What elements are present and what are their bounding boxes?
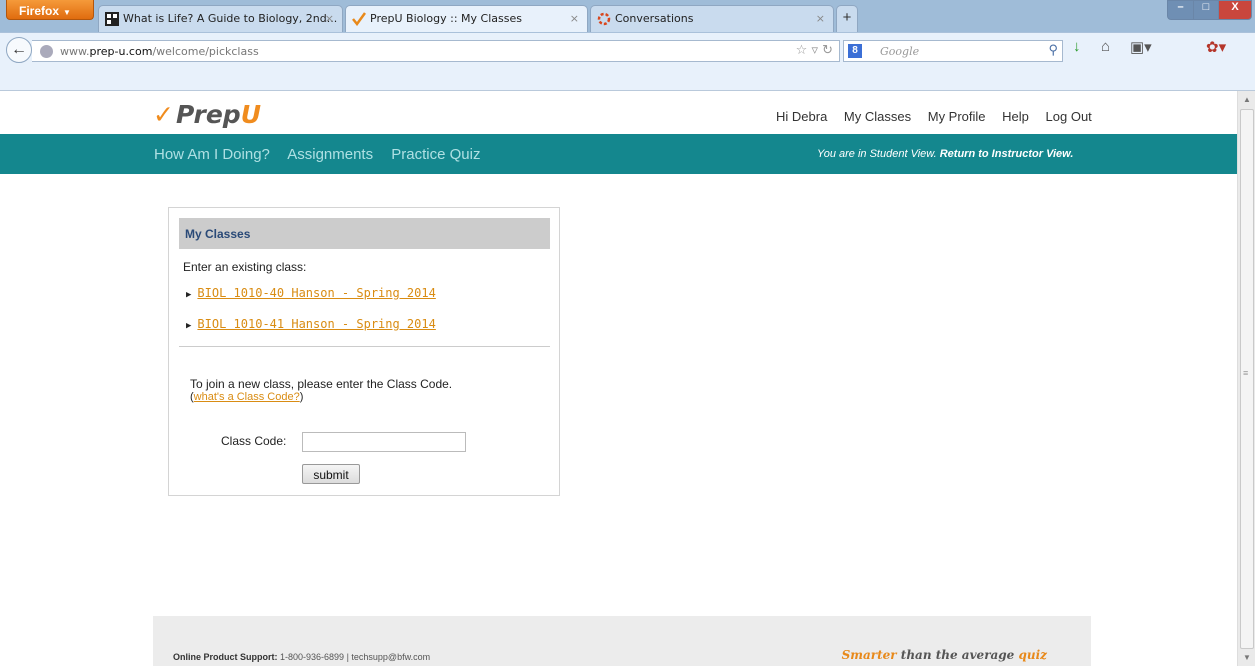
nav-practice-quiz[interactable]: Practice Quiz bbox=[391, 146, 480, 163]
logo-accent: U bbox=[240, 100, 261, 129]
class-code-label: Class Code: bbox=[221, 434, 287, 448]
new-tab-button[interactable]: + bbox=[836, 5, 858, 32]
tab-title: PrepU Biology :: My Classes bbox=[370, 12, 522, 25]
url-prefix: www. bbox=[60, 45, 90, 58]
scrollbar-thumb[interactable]: ≡ bbox=[1240, 109, 1254, 649]
support-contact: 1-800-936-6899 | techsupp@bfw.com bbox=[280, 652, 431, 662]
check-logo-icon: ✓ bbox=[153, 100, 174, 129]
help-link[interactable]: Help bbox=[1002, 109, 1029, 124]
footer: Online Product Support: 1-800-936-6899 |… bbox=[153, 616, 1091, 666]
my-classes-panel: My Classes Enter an existing class: ▶ BIO… bbox=[168, 207, 560, 496]
return-instructor-link[interactable]: Return to Instructor View. bbox=[940, 148, 1074, 160]
prepu-check-icon bbox=[352, 12, 366, 26]
search-icon[interactable]: ⚲ bbox=[1048, 43, 1058, 58]
log-out-link[interactable]: Log Out bbox=[1046, 109, 1092, 124]
tagline: Smarter than the average quiz bbox=[842, 648, 1047, 662]
class-code-help: (what's a Class Code?) bbox=[190, 391, 304, 403]
scroll-up-icon[interactable]: ▲ bbox=[1243, 95, 1251, 104]
student-view-notice: You are in Student View. Return to Instr… bbox=[817, 148, 1073, 160]
class-code-input[interactable] bbox=[302, 432, 466, 452]
prepu-logo[interactable]: ✓PrepU bbox=[153, 100, 261, 129]
bookmarks-menu-icon[interactable]: ▣▾ bbox=[1130, 38, 1152, 56]
page-content: ✓PrepU Hi Debra My Classes My Profile He… bbox=[0, 91, 1237, 666]
class-link-biol-1010-41[interactable]: ▶ BIOL 1010-41 Hanson - Spring 2014 bbox=[186, 317, 436, 331]
submit-button[interactable]: submit bbox=[302, 464, 360, 484]
minimize-button[interactable]: – bbox=[1167, 0, 1194, 20]
globe-icon bbox=[40, 45, 53, 58]
join-class-text: To join a new class, please enter the Cl… bbox=[190, 377, 453, 391]
tagline-mid: than the average bbox=[900, 648, 1015, 662]
tagline-word1: Smarter bbox=[841, 648, 897, 662]
class-link-label: BIOL 1010-41 Hanson - Spring 2014 bbox=[197, 317, 436, 331]
back-arrow-icon[interactable]: ← bbox=[6, 37, 32, 63]
close-icon[interactable]: × bbox=[570, 12, 579, 25]
tab-title: What is Life? A Guide to Biology, 2nd... bbox=[123, 12, 338, 25]
tab-conversations[interactable]: Conversations × bbox=[590, 5, 834, 32]
nav-assignments[interactable]: Assignments bbox=[287, 146, 373, 163]
search-input[interactable]: 8 Google ⚲ bbox=[843, 40, 1063, 62]
class-link-biol-1010-40[interactable]: ▶ BIOL 1010-40 Hanson - Spring 2014 bbox=[186, 286, 436, 300]
addon-icon[interactable]: ✿▾ bbox=[1206, 38, 1226, 56]
search-placeholder: Google bbox=[880, 45, 920, 58]
navigation-toolbar: ← www.prep-u.com/welcome/pickclass ☆ ▿ ↻… bbox=[0, 32, 1255, 64]
top-nav: Hi Debra My Classes My Profile Help Log … bbox=[776, 109, 1105, 124]
greeting: Hi Debra bbox=[776, 109, 828, 124]
view-message: You are in Student View. bbox=[817, 148, 937, 160]
download-icon[interactable]: ↓ bbox=[1073, 38, 1081, 55]
my-profile-link[interactable]: My Profile bbox=[928, 109, 986, 124]
book-icon bbox=[105, 12, 119, 26]
maximize-button[interactable]: □ bbox=[1193, 0, 1219, 20]
google-icon: 8 bbox=[848, 44, 862, 58]
browser-titlebar: Firefox ▼ What is Life? A Guide to Biolog… bbox=[0, 0, 1255, 32]
window-close-button[interactable]: X bbox=[1218, 0, 1252, 20]
nav-how-am-i-doing[interactable]: How Am I Doing? bbox=[154, 146, 270, 163]
triangle-right-icon: ▶ bbox=[186, 290, 192, 300]
toolbar-spacer bbox=[0, 64, 1255, 91]
home-icon[interactable]: ⌂ bbox=[1101, 38, 1110, 55]
firefox-menu-label: Firefox bbox=[19, 4, 60, 18]
tab-what-is-life[interactable]: What is Life? A Guide to Biology, 2nd...… bbox=[98, 5, 343, 32]
support-label: Online Product Support: bbox=[173, 652, 278, 662]
main-nav-bar: How Am I Doing? Assignments Practice Qui… bbox=[0, 134, 1237, 174]
panel-title: My Classes bbox=[179, 218, 550, 249]
url-bar[interactable]: www.prep-u.com/welcome/pickclass ☆ ▿ ↻ bbox=[32, 40, 840, 62]
ring-icon bbox=[597, 12, 611, 26]
triangle-right-icon: ▶ bbox=[186, 321, 192, 331]
whats-a-class-code-link[interactable]: what's a Class Code? bbox=[194, 391, 300, 403]
close-icon[interactable]: × bbox=[816, 12, 825, 25]
class-link-label: BIOL 1010-40 Hanson - Spring 2014 bbox=[197, 286, 436, 300]
bookmark-star-icon[interactable]: ☆ ▿ ↻ bbox=[796, 43, 833, 58]
divider bbox=[179, 346, 550, 347]
main-nav: How Am I Doing? Assignments Practice Qui… bbox=[154, 146, 494, 163]
logo-text: Prep bbox=[175, 100, 241, 129]
chevron-down-icon: ▼ bbox=[63, 8, 71, 17]
support-info: Online Product Support: 1-800-936-6899 |… bbox=[173, 652, 430, 662]
enter-class-label: Enter an existing class: bbox=[183, 260, 307, 274]
close-icon[interactable]: × bbox=[325, 12, 334, 25]
vertical-scrollbar[interactable]: ▲ ≡ ▼ bbox=[1237, 91, 1255, 666]
url-domain: prep-u.com bbox=[89, 45, 153, 58]
url-path: /welcome/pickclass bbox=[152, 45, 259, 58]
tab-prepu-my-classes[interactable]: PrepU Biology :: My Classes × bbox=[345, 5, 588, 32]
tagline-word2: quiz bbox=[1018, 648, 1048, 662]
tab-title: Conversations bbox=[615, 12, 694, 25]
my-classes-link[interactable]: My Classes bbox=[844, 109, 911, 124]
scroll-down-icon[interactable]: ▼ bbox=[1243, 653, 1251, 662]
firefox-menu-button[interactable]: Firefox ▼ bbox=[6, 0, 94, 20]
grip-icon: ≡ bbox=[1243, 368, 1249, 378]
